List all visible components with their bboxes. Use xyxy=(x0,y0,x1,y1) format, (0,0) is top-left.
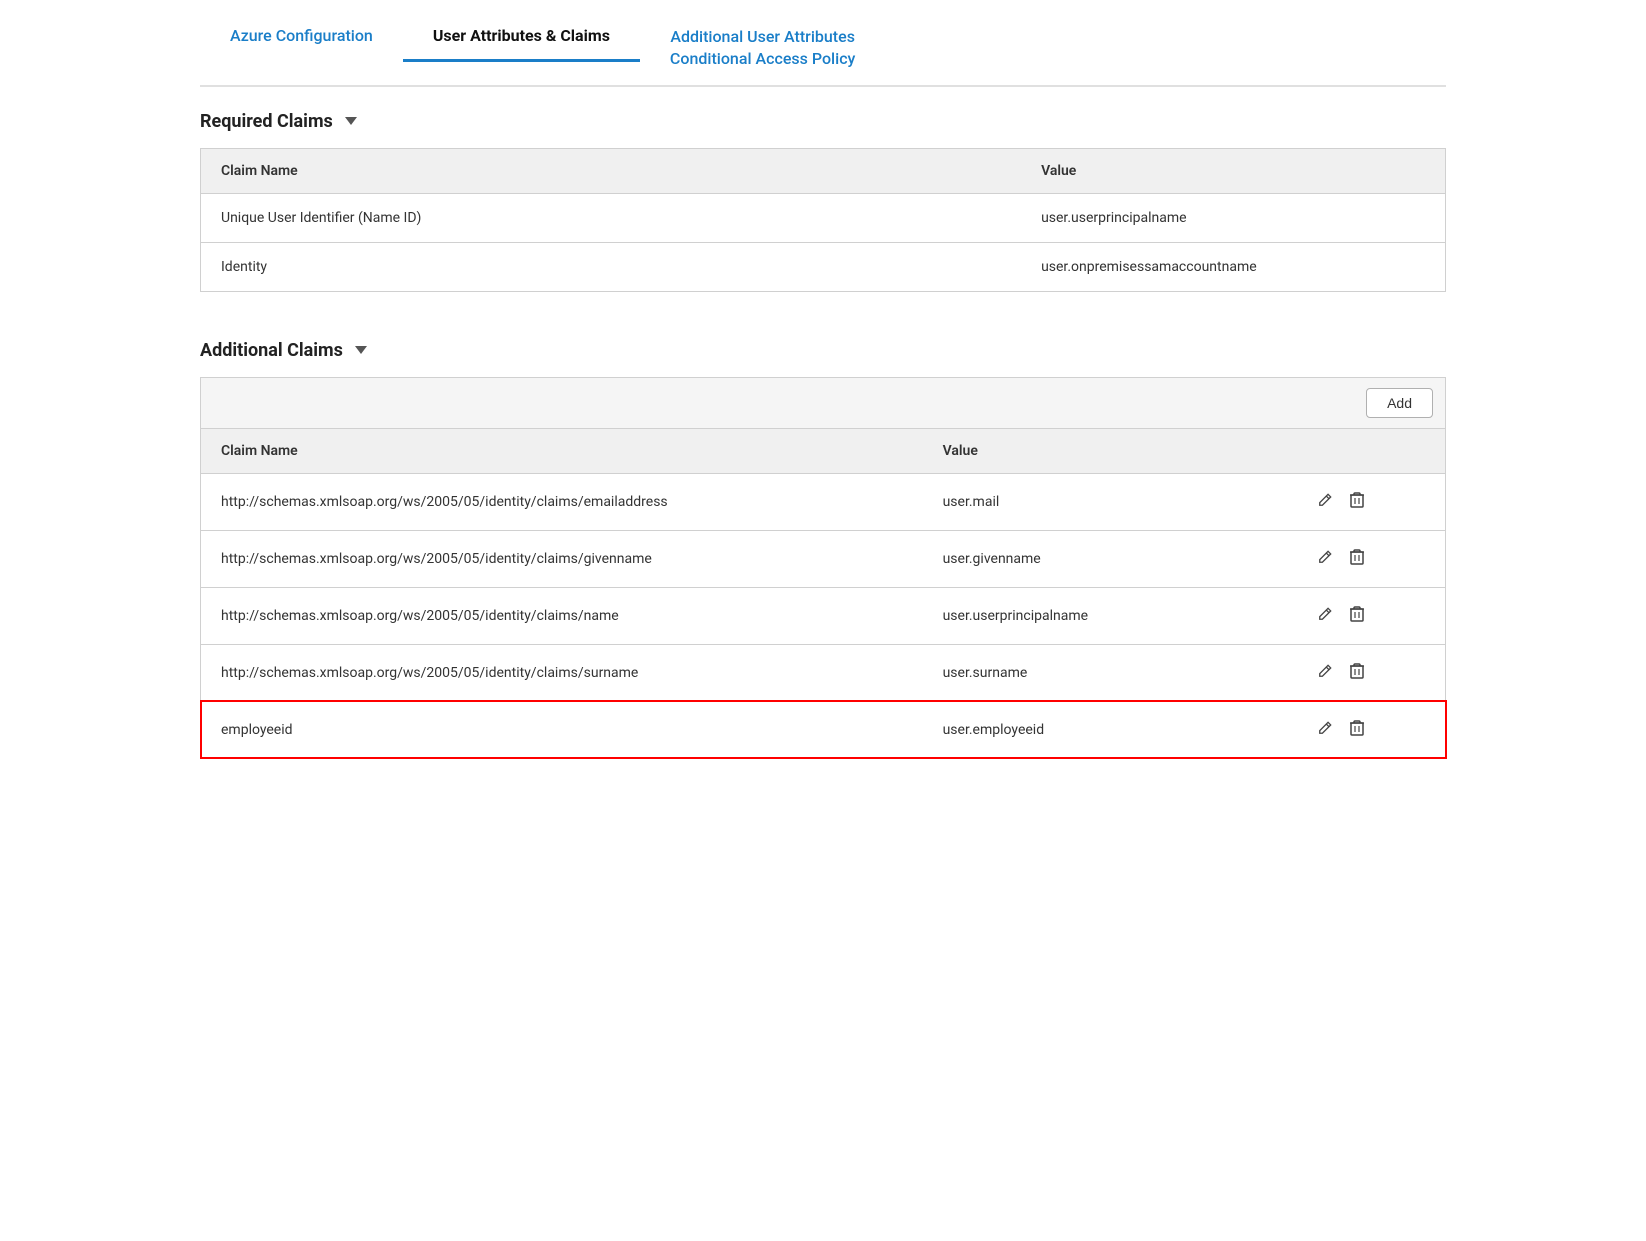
additional-claims-title: Additional Claims xyxy=(200,340,343,361)
tab-additional-user-attributes[interactable]: Additional User Attributes Conditional A… xyxy=(640,16,885,85)
claim-name: Identity xyxy=(201,242,1022,291)
required-claims-header[interactable]: Required Claims xyxy=(200,87,1446,148)
required-claims-col-value: Value xyxy=(1021,148,1445,193)
additional-claims-section: Additional Claims Add Claim Name Value h… xyxy=(200,316,1446,783)
required-claims-header-row: Claim Name Value xyxy=(201,148,1446,193)
claim-name: http://schemas.xmlsoap.org/ws/2005/05/id… xyxy=(201,473,923,530)
required-claims-title: Required Claims xyxy=(200,111,333,132)
edit-claim-button[interactable] xyxy=(1316,719,1334,741)
tab-bar: Azure Configuration User Attributes & Cl… xyxy=(200,0,1446,87)
claim-value: user.userprincipalname xyxy=(1021,193,1445,242)
delete-claim-button[interactable] xyxy=(1348,661,1366,685)
edit-claim-button[interactable] xyxy=(1316,491,1334,513)
delete-icon xyxy=(1350,606,1364,622)
claim-name: employeeid xyxy=(201,701,923,758)
delete-claim-button[interactable] xyxy=(1348,718,1366,742)
additional-claims-chevron-icon xyxy=(355,346,367,354)
required-claims-table: Claim Name Value Unique User Identifier … xyxy=(200,148,1446,292)
claim-name: http://schemas.xmlsoap.org/ws/2005/05/id… xyxy=(201,587,923,644)
delete-icon xyxy=(1350,720,1364,736)
required-claims-chevron-icon xyxy=(345,117,357,125)
additional-claims-header-row: Claim Name Value xyxy=(201,428,1446,473)
claim-name: http://schemas.xmlsoap.org/ws/2005/05/id… xyxy=(201,644,923,701)
required-claims-section: Required Claims Claim Name Value Unique … xyxy=(200,87,1446,316)
claim-value: user.mail xyxy=(923,473,1297,530)
table-row: employeeid user.employeeid xyxy=(201,701,1446,758)
additional-claims-table: Claim Name Value http://schemas.xmlsoap.… xyxy=(200,428,1446,759)
tab-conditional-access-label: Conditional Access Policy xyxy=(670,48,855,70)
tab-user-attributes-claims[interactable]: User Attributes & Claims xyxy=(403,16,640,62)
delete-icon xyxy=(1350,492,1364,508)
edit-icon xyxy=(1318,664,1332,678)
claim-value: user.onpremisessamaccountname xyxy=(1021,242,1445,291)
add-toolbar: Add xyxy=(200,377,1446,428)
claim-value: user.givenname xyxy=(923,530,1297,587)
claim-value: user.userprincipalname xyxy=(923,587,1297,644)
edit-icon xyxy=(1318,550,1332,564)
edit-icon xyxy=(1318,493,1332,507)
table-row: http://schemas.xmlsoap.org/ws/2005/05/id… xyxy=(201,473,1446,530)
edit-icon xyxy=(1318,721,1332,735)
delete-claim-button[interactable] xyxy=(1348,490,1366,514)
tab-user-attributes-claims-label: User Attributes & Claims xyxy=(433,26,610,45)
required-claims-col-name: Claim Name xyxy=(201,148,1022,193)
additional-claims-header[interactable]: Additional Claims xyxy=(200,316,1446,377)
edit-claim-button[interactable] xyxy=(1316,662,1334,684)
claim-actions xyxy=(1296,587,1445,644)
table-row: Identity user.onpremisessamaccountname xyxy=(201,242,1446,291)
claim-actions xyxy=(1296,701,1445,758)
tab-additional-user-attributes-label: Additional User Attributes xyxy=(670,26,855,48)
claim-actions xyxy=(1296,644,1445,701)
additional-claims-col-value: Value xyxy=(923,428,1297,473)
delete-claim-button[interactable] xyxy=(1348,547,1366,571)
delete-claim-button[interactable] xyxy=(1348,604,1366,628)
claim-name: http://schemas.xmlsoap.org/ws/2005/05/id… xyxy=(201,530,923,587)
add-claim-button[interactable]: Add xyxy=(1366,388,1433,418)
tab-azure-config[interactable]: Azure Configuration xyxy=(200,16,403,59)
table-row: http://schemas.xmlsoap.org/ws/2005/05/id… xyxy=(201,530,1446,587)
table-row: http://schemas.xmlsoap.org/ws/2005/05/id… xyxy=(201,644,1446,701)
edit-claim-button[interactable] xyxy=(1316,605,1334,627)
claim-value: user.surname xyxy=(923,644,1297,701)
edit-claim-button[interactable] xyxy=(1316,548,1334,570)
tab-azure-config-label: Azure Configuration xyxy=(230,26,373,45)
delete-icon xyxy=(1350,549,1364,565)
delete-icon xyxy=(1350,663,1364,679)
additional-claims-col-actions xyxy=(1296,428,1445,473)
table-row: Unique User Identifier (Name ID) user.us… xyxy=(201,193,1446,242)
edit-icon xyxy=(1318,607,1332,621)
claim-actions xyxy=(1296,530,1445,587)
claim-value: user.employeeid xyxy=(923,701,1297,758)
table-row: http://schemas.xmlsoap.org/ws/2005/05/id… xyxy=(201,587,1446,644)
claim-name: Unique User Identifier (Name ID) xyxy=(201,193,1022,242)
additional-claims-col-name: Claim Name xyxy=(201,428,923,473)
claim-actions xyxy=(1296,473,1445,530)
